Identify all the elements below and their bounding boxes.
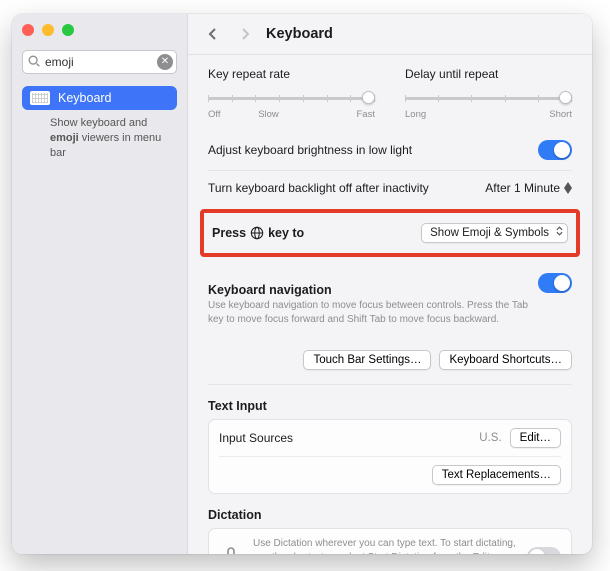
content-scroll[interactable]: Key repeat rate Off Slow Fast Delay unti… [188, 55, 592, 554]
keyboard-buttons-row: Touch Bar Settings… Keyboard Shortcuts… [208, 344, 572, 385]
close-window-button[interactable] [22, 24, 34, 36]
touch-bar-settings-button[interactable]: Touch Bar Settings… [303, 350, 431, 370]
search-icon [27, 54, 41, 68]
keyboard-shortcuts-button[interactable]: Keyboard Shortcuts… [439, 350, 572, 370]
input-sources-value: U.S. [479, 432, 501, 444]
key-repeat-col: Key repeat rate Off Slow Fast [208, 67, 375, 120]
dictation-main-row: Use Dictation wherever you can type text… [219, 529, 561, 554]
forward-button[interactable] [234, 24, 256, 44]
search-subresult[interactable]: Show keyboard and emoji viewers in menu … [22, 110, 177, 161]
chevron-updown-icon [556, 226, 563, 236]
press-globe-select[interactable]: Show Emoji & Symbols [421, 223, 568, 243]
brightness-row: Adjust keyboard brightness in low light [208, 124, 572, 170]
text-replacements-button[interactable]: Text Replacements… [432, 465, 561, 485]
header: Keyboard [188, 14, 592, 55]
press-globe-label: Press key to [212, 226, 304, 240]
brightness-toggle[interactable] [538, 140, 572, 160]
backlight-row: Turn keyboard backlight off after inacti… [208, 170, 572, 205]
search-result-keyboard[interactable]: Keyboard [22, 86, 177, 110]
settings-window: ✕ Keyboard Show keyboard and emoji viewe… [12, 14, 592, 554]
back-button[interactable] [202, 24, 224, 44]
press-globe-row-highlight: Press key to Show Emoji & Symbols [200, 209, 580, 257]
delay-repeat-label: Delay until repeat [405, 67, 572, 81]
page-title: Keyboard [266, 26, 333, 42]
dictation-toggle[interactable] [527, 547, 561, 554]
input-sources-row: Input Sources U.S. Edit… [219, 420, 561, 456]
kbnav-title: Keyboard navigation [208, 271, 528, 297]
kbnav-toggle[interactable] [538, 273, 572, 293]
stepper-icon [564, 182, 572, 194]
globe-icon [250, 226, 264, 240]
key-repeat-label: Key repeat rate [208, 67, 375, 81]
delay-repeat-slider[interactable] [405, 89, 572, 105]
dictation-desc: Use Dictation wherever you can type text… [253, 537, 517, 554]
dictation-card: Use Dictation wherever you can type text… [208, 528, 572, 554]
text-input-title: Text Input [208, 399, 572, 413]
input-sources-edit-button[interactable]: Edit… [510, 428, 561, 448]
main-panel: Keyboard Key repeat rate Off Slow Fast [188, 14, 592, 554]
key-repeat-slider[interactable] [208, 89, 375, 105]
backlight-value-stepper[interactable]: After 1 Minute [485, 181, 572, 195]
zoom-window-button[interactable] [62, 24, 74, 36]
search-input[interactable] [22, 50, 177, 74]
keyboard-icon [30, 91, 50, 105]
delay-repeat-col: Delay until repeat Long Short [405, 67, 572, 120]
slider-slow-label: Slow [258, 109, 279, 120]
sliders-row: Key repeat rate Off Slow Fast Delay unti… [208, 67, 572, 120]
search-field-container: ✕ [22, 50, 177, 74]
text-input-card: Input Sources U.S. Edit… Text Replacemen… [208, 419, 572, 494]
window-controls [22, 24, 177, 36]
clear-search-button[interactable]: ✕ [157, 54, 173, 70]
kbnav-desc: Use keyboard navigation to move focus be… [208, 297, 528, 334]
sidebar: ✕ Keyboard Show keyboard and emoji viewe… [12, 14, 188, 554]
brightness-label: Adjust keyboard brightness in low light [208, 143, 412, 157]
input-sources-label: Input Sources [219, 431, 293, 445]
slider-off-label: Off [208, 109, 221, 120]
backlight-label: Turn keyboard backlight off after inacti… [208, 181, 429, 195]
kbnav-row: Keyboard navigation Use keyboard navigat… [208, 261, 572, 344]
minimize-window-button[interactable] [42, 24, 54, 36]
dictation-title: Dictation [208, 508, 572, 522]
slider-short-label: Short [549, 109, 572, 120]
slider-fast-label: Fast [357, 109, 375, 120]
microphone-icon [219, 545, 243, 554]
slider-long-label: Long [405, 109, 426, 120]
search-result-label: Keyboard [58, 91, 112, 105]
text-replacements-row: Text Replacements… [219, 456, 561, 493]
